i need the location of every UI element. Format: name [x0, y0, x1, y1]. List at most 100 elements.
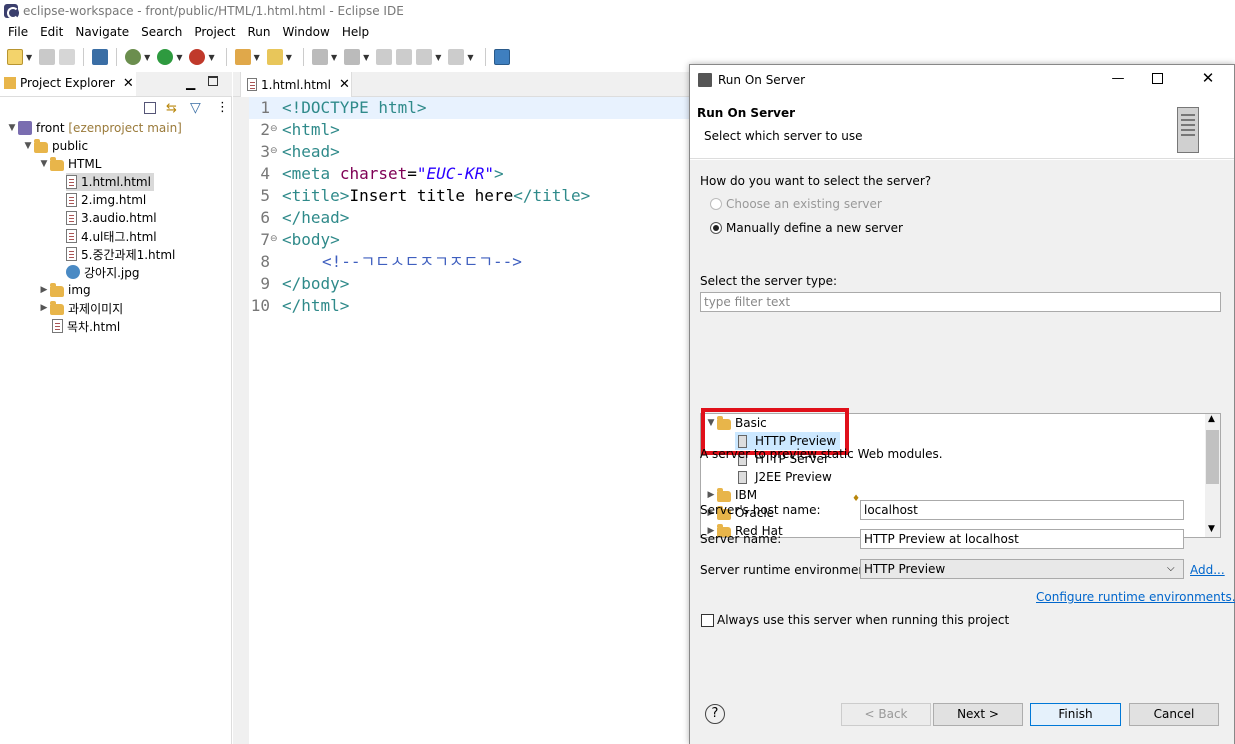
external-tools-icon[interactable]	[189, 49, 206, 65]
editor-tab-1-html[interactable]: 1.html.html ✕	[240, 72, 352, 97]
tree-item-html[interactable]: ▼ HTML	[38, 155, 101, 173]
chevron-down-icon[interactable]: ⌵	[1167, 560, 1175, 578]
menu-navigate[interactable]: Navigate	[69, 25, 135, 39]
back-icon[interactable]	[416, 49, 433, 65]
expanded-arrow-icon[interactable]: ▼	[22, 141, 34, 151]
cancel-button[interactable]: Cancel	[1129, 703, 1219, 726]
save-icon[interactable]	[39, 49, 56, 65]
tree-item-public[interactable]: ▼ public	[22, 137, 88, 155]
wand-dropdown-icon[interactable]: ▼	[254, 53, 260, 62]
new-dropdown-icon[interactable]: ▼	[26, 53, 32, 62]
open-type-icon[interactable]	[266, 49, 283, 65]
close-icon[interactable]: ✕	[339, 77, 350, 92]
menu-window[interactable]: Window	[276, 25, 335, 39]
tree-item-label: 목차.html	[67, 319, 121, 334]
run-icon[interactable]	[157, 49, 174, 65]
scrollbar-thumb[interactable]	[1206, 430, 1219, 484]
finish-button[interactable]: Finish	[1030, 703, 1121, 726]
runtime-select[interactable]: HTTP Preview ⌵	[860, 559, 1184, 579]
forward-dropdown-icon[interactable]: ▼	[467, 53, 473, 62]
always-use-checkbox[interactable]	[701, 614, 714, 627]
close-icon[interactable]: ✕	[123, 76, 134, 91]
next-annotation-dropdown-icon[interactable]: ▼	[331, 53, 337, 62]
maximize-icon[interactable]	[208, 76, 218, 86]
last-edit-icon[interactable]	[376, 49, 393, 65]
tree-item-4-ul-html[interactable]: 4.ul태그.html	[66, 227, 157, 245]
back-dropdown-icon[interactable]: ▼	[435, 53, 441, 62]
next-edit-icon[interactable]	[396, 49, 413, 65]
help-icon[interactable]: ?	[705, 704, 725, 724]
configure-runtimes-link[interactable]: Configure runtime environments...	[1036, 590, 1235, 604]
host-name-input[interactable]: localhost	[860, 500, 1184, 520]
collapsed-arrow-icon[interactable]: ▶	[38, 303, 50, 313]
scroll-down-icon[interactable]: ▼	[1208, 524, 1215, 534]
collapsed-arrow-icon[interactable]: ▶	[705, 490, 717, 500]
line-number: 7	[260, 230, 270, 249]
server-name-input[interactable]: HTTP Preview at localhost	[860, 529, 1184, 549]
tree-item-j2ee-preview[interactable]: J2EE Preview	[735, 468, 832, 486]
manual-server-radio[interactable]	[710, 222, 722, 234]
external-tools-dropdown-icon[interactable]: ▼	[208, 53, 214, 62]
menu-search[interactable]: Search	[135, 25, 188, 39]
server-type-label: Select the server type:	[700, 274, 837, 288]
terminal-icon[interactable]	[92, 49, 109, 65]
expanded-arrow-icon[interactable]: ▼	[38, 159, 50, 169]
wand-icon[interactable]	[234, 49, 251, 65]
tree-item-1-html[interactable]: 1.html.html	[66, 173, 154, 191]
debug-icon[interactable]	[125, 49, 142, 65]
minimize-icon[interactable]: —	[1108, 71, 1128, 86]
scroll-up-icon[interactable]: ▲	[1208, 414, 1215, 424]
menu-file[interactable]: File	[2, 25, 34, 39]
prev-annotation-icon[interactable]	[344, 49, 361, 65]
expanded-arrow-icon[interactable]: ▼	[6, 123, 18, 133]
tree-item-label: front	[36, 121, 65, 135]
html-file-icon	[247, 78, 257, 91]
open-perspective-icon[interactable]	[493, 49, 510, 65]
menu-edit[interactable]: Edit	[34, 25, 69, 39]
existing-server-radio[interactable]	[710, 198, 722, 210]
fold-icon[interactable]: ⊖	[270, 124, 278, 134]
forward-icon[interactable]	[448, 49, 465, 65]
tree-item-front[interactable]: ▼ front [ezenproject main]	[6, 119, 182, 137]
fold-icon[interactable]: ⊖	[270, 234, 278, 244]
tree-item-assignment-images[interactable]: ▶ 과제이미지	[38, 299, 123, 317]
new-icon[interactable]	[7, 49, 23, 65]
debug-dropdown-icon[interactable]: ▼	[144, 53, 150, 62]
open-type-dropdown-icon[interactable]: ▼	[286, 53, 292, 62]
menu-run[interactable]: Run	[241, 25, 276, 39]
tree-item-2-img-html[interactable]: 2.img.html	[66, 191, 146, 209]
code-text: Insert title here	[349, 186, 514, 205]
filter-input[interactable]: type filter text	[700, 292, 1221, 312]
filter-icon[interactable]: ▽	[190, 100, 201, 116]
view-menu-icon[interactable]: ⋮	[216, 100, 229, 115]
collapse-all-icon[interactable]	[144, 102, 156, 114]
tree-item-toc-html[interactable]: 목차.html	[52, 317, 120, 335]
maximize-icon[interactable]	[1152, 73, 1163, 84]
project-explorer-toolbar: ⇆ ▽ ⋮	[140, 100, 230, 118]
dialog-body: How do you want to select the server? Ch…	[690, 160, 1235, 680]
link-editor-icon[interactable]: ⇆	[166, 101, 177, 116]
next-button[interactable]: Next >	[933, 703, 1023, 726]
tree-item-img[interactable]: ▶ img	[38, 281, 91, 299]
add-runtime-link[interactable]: Add...	[1190, 563, 1225, 577]
tree-item-5-html[interactable]: 5.중간과제1.html	[66, 245, 175, 263]
manual-server-label: Manually define a new server	[726, 221, 903, 235]
code-line: </body>	[282, 274, 350, 293]
run-dropdown-icon[interactable]: ▼	[176, 53, 182, 62]
minimize-icon[interactable]: ▁	[186, 76, 195, 90]
tab-project-explorer[interactable]: Project Explorer ✕	[0, 72, 136, 96]
save-all-icon[interactable]	[59, 49, 76, 65]
next-annotation-icon[interactable]	[311, 49, 328, 65]
menu-help[interactable]: Help	[336, 25, 375, 39]
collapsed-arrow-icon[interactable]: ▶	[38, 285, 50, 295]
tree-scrollbar[interactable]: ▲ ▼	[1205, 414, 1220, 537]
tab-label: 1.html.html	[261, 77, 331, 92]
fold-icon[interactable]: ⊖	[270, 146, 278, 156]
menu-project[interactable]: Project	[188, 25, 241, 39]
prev-annotation-dropdown-icon[interactable]: ▼	[363, 53, 369, 62]
tree-item-3-audio-html[interactable]: 3.audio.html	[66, 209, 157, 227]
tree-item-ibm[interactable]: ▶ IBM	[705, 486, 757, 504]
back-button[interactable]: < Back	[841, 703, 931, 726]
tree-item-dog-jpg[interactable]: 강아지.jpg	[66, 263, 140, 281]
close-icon[interactable]: ✕	[1198, 69, 1218, 87]
